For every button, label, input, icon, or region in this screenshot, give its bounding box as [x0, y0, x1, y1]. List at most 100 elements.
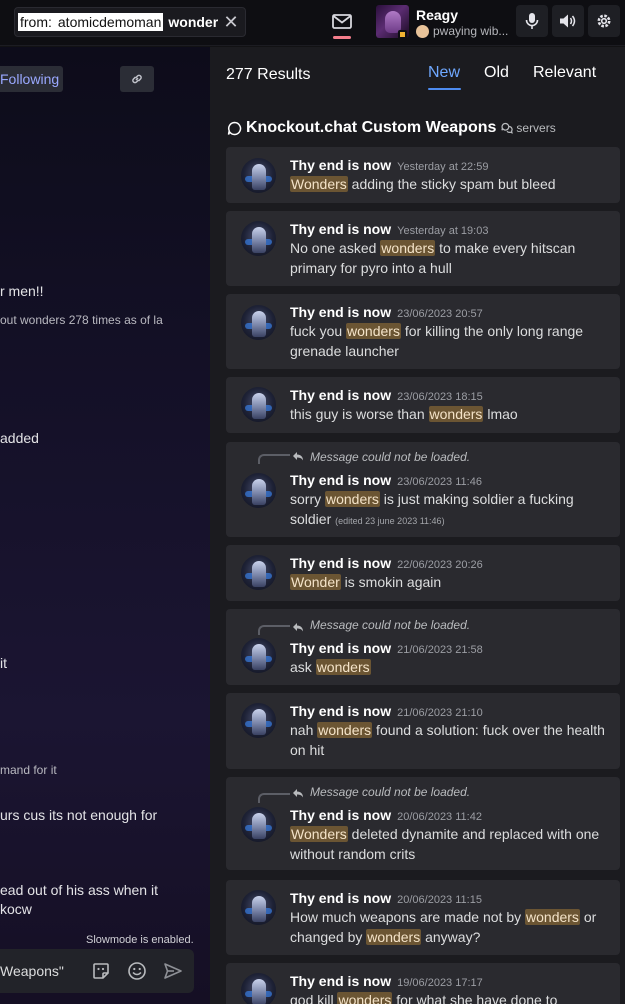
message-timestamp: 23/06/2023 20:57 — [397, 308, 483, 320]
reply-reference[interactable]: Message could not be loaded. — [310, 785, 470, 799]
avatar[interactable] — [241, 807, 276, 842]
gear-icon — [597, 14, 611, 28]
search-highlight: wonders — [428, 406, 484, 422]
avatar[interactable] — [241, 890, 276, 925]
message-content: fuck you wonders for killing the only lo… — [290, 323, 584, 359]
emoji-icon[interactable] — [127, 961, 147, 981]
chat-message-fragment: r men!! — [0, 283, 44, 299]
avatar[interactable] — [241, 158, 276, 193]
message-author: Thy end is now 23/06/2023 18:15 — [290, 387, 483, 403]
message-content: Wonders adding the sticky spam but bleed — [290, 176, 556, 192]
composer-placeholder: Weapons" — [0, 963, 64, 979]
chat-pane: Following r men!! out wonders 278 times … — [0, 47, 210, 1004]
search-input[interactable]: from: atomicdemoman wonder ✕ — [14, 7, 246, 37]
reply-connector — [258, 454, 290, 464]
clear-search-icon[interactable]: ✕ — [223, 13, 239, 31]
settings-button[interactable] — [588, 5, 620, 37]
search-result[interactable]: Message could not be loaded. Thy end is … — [226, 777, 620, 870]
search-highlight: wonders — [315, 659, 371, 675]
search-result[interactable]: Thy end is now Yesterday at 19:03 No one … — [226, 211, 620, 286]
sticker-icon[interactable] — [91, 961, 111, 981]
reply-connector — [258, 625, 290, 635]
avatar[interactable] — [241, 973, 276, 1004]
search-result[interactable]: Thy end is now Yesterday at 22:59 Wonders… — [226, 147, 620, 203]
avatar[interactable] — [241, 221, 276, 256]
message-timestamp: 23/06/2023 11:46 — [397, 476, 482, 488]
search-result[interactable]: Thy end is now 23/06/2023 20:57 fuck you … — [226, 294, 620, 369]
inbox-button[interactable] — [331, 12, 355, 39]
avatar[interactable] — [241, 305, 276, 340]
message-timestamp: 23/06/2023 18:15 — [397, 391, 483, 403]
search-highlight: wonders — [366, 929, 422, 945]
mute-microphone-button[interactable] — [516, 5, 548, 37]
avatar[interactable] — [241, 555, 276, 590]
search-result[interactable]: Thy end is now 22/06/2023 20:26 Wonder is… — [226, 545, 620, 601]
chat-message-fragment: mand for it — [0, 763, 57, 777]
search-highlight: wonders — [346, 323, 401, 339]
search-filter-chip[interactable]: from: atomicdemoman — [18, 13, 164, 31]
avatar[interactable] — [241, 387, 276, 422]
search-query: wonder — [168, 14, 219, 30]
active-tab-indicator — [428, 88, 461, 90]
message-content: sorry wonders is just making soldier a f… — [290, 491, 574, 527]
search-highlight: Wonders — [290, 826, 348, 842]
message-author: Thy end is now 21/06/2023 21:58 — [290, 640, 483, 656]
reply-reference[interactable]: Message could not be loaded. — [310, 450, 470, 464]
following-button[interactable]: Following — [0, 66, 63, 92]
search-highlight: wonders — [380, 240, 436, 256]
channel-header[interactable]: Knockout.chat Custom Weapons servers — [227, 119, 556, 137]
top-bar: from: atomicdemoman wonder ✕ Reagy pwayin… — [0, 0, 625, 46]
message-author: Thy end is now 20/06/2023 11:42 — [290, 807, 482, 823]
thread-icon — [227, 121, 242, 135]
message-content: ask wonders — [290, 659, 371, 675]
reply-icon — [293, 623, 303, 632]
search-result[interactable]: Message could not be loaded. Thy end is … — [226, 609, 620, 685]
avatar[interactable] — [241, 638, 276, 673]
message-author: Thy end is now Yesterday at 22:59 — [290, 157, 489, 173]
send-icon[interactable] — [163, 961, 183, 981]
status-text: pwaying wib... — [433, 24, 509, 38]
message-timestamp: 21/06/2023 21:58 — [397, 644, 483, 656]
user-panel[interactable]: Reagy pwaying wib... — [376, 4, 512, 40]
search-highlight: wonders — [325, 491, 380, 507]
message-author: Thy end is now 20/06/2023 11:15 — [290, 890, 482, 906]
tab-sort-old[interactable]: Old — [484, 64, 509, 82]
filter-key: from: — [20, 14, 52, 30]
search-result[interactable]: Message could not be loaded. Thy end is … — [226, 442, 620, 537]
message-content: nah wonders found a solution: fuck over … — [290, 722, 605, 758]
search-results-panel: 277 Results New Old Relevant Knockout.ch… — [210, 47, 625, 1004]
search-result[interactable]: Thy end is now 21/06/2023 21:10 nah wonde… — [226, 693, 620, 769]
avatar[interactable] — [241, 473, 276, 508]
message-content: god kill wonders for what she have done … — [290, 990, 610, 1004]
reply-reference[interactable]: Message could not be loaded. — [310, 618, 470, 632]
search-highlight: wonders — [525, 909, 580, 925]
copy-link-button[interactable] — [120, 66, 154, 92]
server-tag-label: servers — [516, 121, 556, 135]
message-timestamp: 20/06/2023 11:15 — [397, 894, 482, 906]
forum-icon — [501, 122, 514, 134]
chat-message-fragment: out wonders 278 times as of la — [0, 313, 163, 327]
tab-sort-relevant[interactable]: Relevant — [533, 64, 596, 82]
chat-message-fragment: urs cus its not enough for — [0, 807, 158, 823]
message-composer[interactable]: Weapons" — [0, 949, 194, 993]
search-highlight: wonders — [317, 722, 373, 738]
search-result[interactable]: Thy end is now 20/06/2023 11:15 How much … — [226, 880, 620, 955]
chat-message-fragment: ead out of his ass when it — [0, 882, 158, 898]
edited-marker: (edited 23 june 2023 11:46) — [335, 516, 445, 526]
message-timestamp: Yesterday at 22:59 — [397, 161, 489, 173]
message-author: Thy end is now 21/06/2023 21:10 — [290, 703, 483, 719]
message-author: Thy end is now 19/06/2023 17:17 — [290, 973, 483, 989]
chat-message-fragment: it — [0, 655, 7, 671]
filter-value: atomicdemoman — [57, 14, 162, 30]
link-icon — [132, 74, 142, 84]
search-highlight: wonders — [337, 992, 393, 1004]
search-result[interactable]: Thy end is now 19/06/2023 17:17 god kill … — [226, 963, 620, 1004]
avatar[interactable] — [241, 703, 276, 738]
deafen-button[interactable] — [552, 5, 584, 37]
username: Reagy — [416, 7, 459, 23]
chat-message-fragment: kocw — [0, 901, 32, 917]
tab-sort-new[interactable]: New — [428, 64, 460, 82]
server-tag[interactable]: servers — [501, 121, 556, 135]
search-result[interactable]: Thy end is now 23/06/2023 18:15 this guy … — [226, 377, 620, 433]
message-timestamp: Yesterday at 19:03 — [397, 225, 489, 237]
